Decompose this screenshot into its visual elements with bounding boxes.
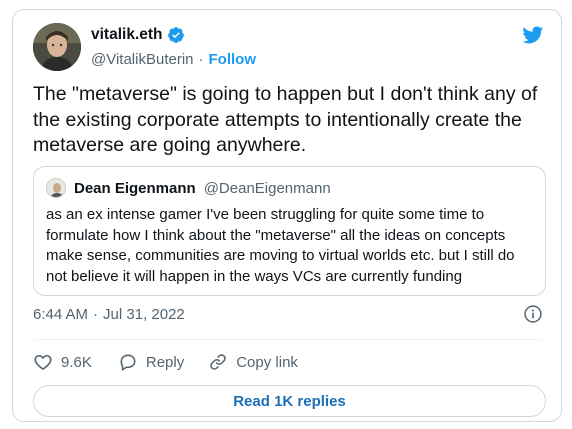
tweet-card: vitalik.eth @VitalikButerin · Follow The… (12, 9, 562, 422)
tweet-time: 6:44 AM (33, 305, 89, 323)
info-icon[interactable] (523, 304, 543, 324)
quoted-author-name[interactable]: Dean Eigenmann (74, 180, 196, 197)
copy-link-button[interactable]: Copy link (208, 352, 298, 372)
separator-dot: · (198, 50, 204, 68)
tweet-text: The "metaverse" is going to happen but I… (33, 83, 538, 156)
tweet-date: Jul 31, 2022 (103, 305, 185, 323)
author-handle[interactable]: @VitalikButerin (91, 51, 194, 68)
separator-dot: · (93, 305, 99, 323)
tweet-timestamp[interactable]: 6:44 AM · Jul 31, 2022 (33, 304, 185, 324)
author-block: vitalik.eth @VitalikButerin · Follow (91, 25, 256, 70)
author-avatar[interactable] (33, 23, 81, 71)
quoted-tweet-text: as an ex intense gamer I've been struggl… (46, 206, 515, 285)
twitter-bird-icon[interactable] (520, 24, 545, 46)
follow-link[interactable]: Follow (209, 51, 257, 68)
author-display-name[interactable]: vitalik.eth (91, 26, 163, 44)
verified-badge-icon (167, 26, 185, 44)
reply-button[interactable]: Reply (118, 352, 184, 372)
quoted-tweet[interactable]: Dean Eigenmann @DeanEigenmann as an ex i… (33, 166, 546, 296)
quoted-author-avatar[interactable] (46, 178, 66, 198)
action-bar: 9.6K Reply Copy link (33, 345, 322, 379)
copy-link-label: Copy link (236, 353, 298, 371)
like-button[interactable]: 9.6K (33, 352, 92, 372)
quoted-author-handle[interactable]: @DeanEigenmann (204, 180, 331, 197)
heart-icon (34, 354, 52, 370)
link-icon (210, 354, 226, 370)
reply-label: Reply (145, 353, 185, 371)
read-replies-button[interactable]: Read 1K replies (33, 385, 546, 417)
like-count: 9.6K (61, 353, 92, 371)
reply-bubble-icon (120, 354, 136, 371)
divider (33, 339, 541, 340)
